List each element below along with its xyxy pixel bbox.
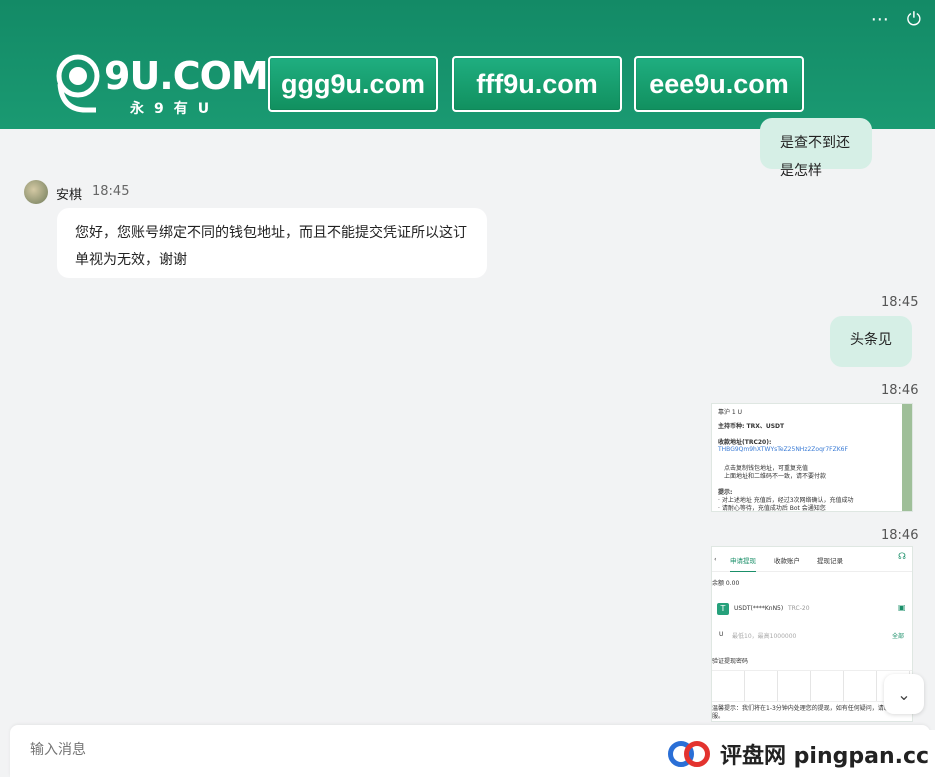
domain-button-3[interactable]: eee9u.com [634, 56, 804, 112]
image-unit: U [719, 631, 724, 638]
watermark-text: 评盘网 pingpan.cc [720, 743, 930, 769]
message-outgoing: 是查不到还是怎样 [760, 118, 872, 179]
power-icon[interactable]: ⏻ [907, 10, 921, 30]
password-boxes [712, 670, 912, 702]
brand-logo: 9U.COM 永9有U [56, 54, 269, 117]
image-text: 上面地址和二维码不一致，请不要付款 [724, 473, 827, 480]
message-time: 18:45 [881, 295, 919, 310]
message-text: 是查不到还是怎样 [780, 135, 850, 179]
watermark-logo [668, 739, 712, 769]
image-tabs: ‹ 申请提现 收款账户 提现记录 ☊ [712, 547, 912, 572]
window-controls: ⋯ ⏻ [871, 10, 921, 30]
sender-name: 安棋 [56, 188, 83, 203]
watermark: 评盘网 pingpan.cc [648, 730, 935, 777]
image-network: TRC-20 [788, 605, 810, 612]
image-verify: 验证提现密码 [712, 658, 749, 665]
header-banner: ⋯ ⏻ 9U.COM 永9有U ggg9u.com fff9u.com eee9… [0, 0, 935, 129]
image-all: 全部 [892, 633, 905, 640]
image-message[interactable]: 靠沪 1 U 主持币种: TRX、USDT 收款地址(TRC20): THBG9… [711, 403, 913, 512]
back-icon: ‹ [714, 555, 717, 563]
image-text: 主持币种: TRX、USDT [718, 423, 785, 430]
image-tip: 温馨提示：我们将在1-3分钟内处理您的提现，如有任何疑问，请联系客服。 [712, 705, 902, 720]
domain-button-1[interactable]: ggg9u.com [268, 56, 438, 112]
image-row: U 最低10，最高1000000 全部 [712, 629, 912, 645]
image-tab: 申请提现 [730, 555, 756, 572]
more-icon[interactable]: ⋯ [871, 10, 889, 30]
message-incoming: 您好，您账号绑定不同的钱包地址，而且不能提交凭证所以这订 单视为无效，谢谢 [57, 208, 487, 278]
image-placeholder: 最低10，最高1000000 [732, 633, 797, 640]
message-input[interactable] [28, 741, 632, 759]
image-row: T USDT(****KnN5) TRC-20 ▣ [712, 599, 912, 621]
avatar[interactable] [24, 180, 48, 204]
image-message[interactable]: ‹ 申请提现 收款账户 提现记录 ☊ 余额 0.00 T USDT(****Kn… [711, 546, 913, 722]
message-text-line2: 单视为无效，谢谢 [75, 252, 187, 268]
image-text: 余额 0.00 [712, 578, 912, 587]
image-text: 靠沪 1 U [718, 409, 743, 416]
message-time: 18:45 [92, 184, 130, 199]
image-text: 收款地址(TRC20): [718, 439, 772, 446]
image-tab: 收款账户 [774, 557, 800, 565]
message-time: 18:46 [881, 528, 919, 543]
tether-icon: T [717, 603, 729, 615]
image-text: · 请耐心等待，充值成功后 Bot 会通知您 [718, 505, 826, 512]
logo-text: 9U.COM [104, 54, 269, 98]
domain-button-2[interactable]: fff9u.com [452, 56, 622, 112]
message-outgoing: 头条见 [830, 316, 912, 367]
image-balance: 余额 0.00 [712, 580, 740, 587]
message-text-line1: 您好，您账号绑定不同的钱包地址，而且不能提交凭证所以这订 [75, 225, 467, 241]
image-tab: 提现记录 [817, 557, 843, 565]
chevron-down-icon: ⌄ [897, 684, 911, 704]
wallet-icon: ▣ [898, 603, 906, 612]
support-icon: ☊ [898, 552, 906, 562]
message-text: 头条见 [850, 332, 892, 348]
logo-subtitle: 永9有U [130, 101, 220, 117]
message-time: 18:46 [881, 383, 919, 398]
image-coin: USDT(****KnN5) [734, 605, 784, 612]
image-text: THBG9Qm9hXTWYsTeZ25NHz2Zoqr7FZK6F [718, 446, 848, 453]
logo-emblem [56, 54, 100, 113]
scroll-down-button[interactable]: ⌄ [884, 674, 924, 714]
image-sidebar [902, 404, 912, 511]
